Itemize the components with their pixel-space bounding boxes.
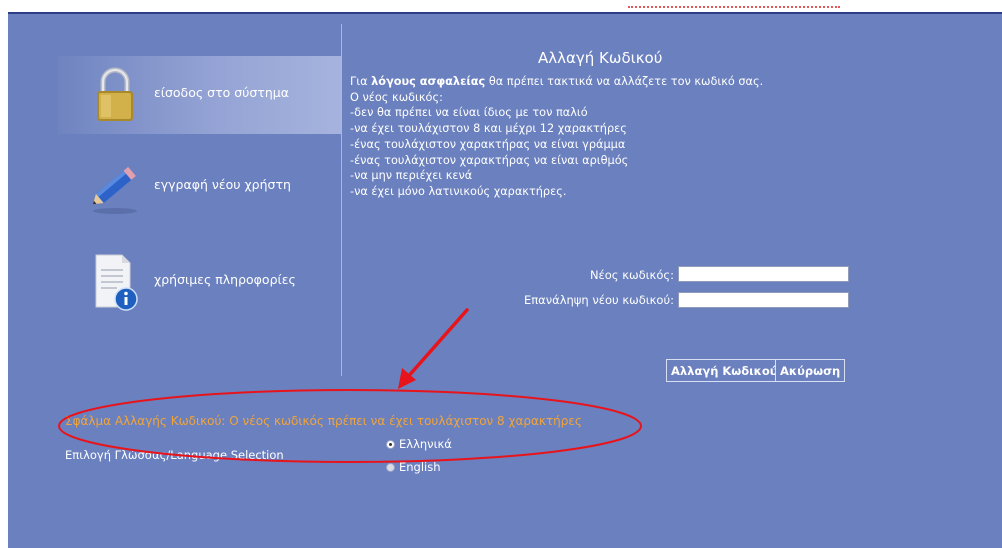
page-title: Αλλαγή Κωδικού bbox=[538, 49, 663, 67]
new-password-input[interactable] bbox=[678, 266, 849, 282]
sidebar-item-login[interactable]: είσοδος στο σύστημα bbox=[58, 56, 341, 134]
document-info-icon bbox=[95, 254, 138, 311]
language-option-label: English bbox=[399, 460, 441, 474]
intro-text: Για λόγους ασφαλείας θα πρέπει τακτικά ν… bbox=[350, 75, 764, 88]
rule-line: -να έχει μόνο λατινικούς χαρακτήρες. bbox=[350, 184, 567, 198]
change-password-button[interactable]: Αλλαγή Κωδικού bbox=[666, 359, 783, 382]
language-option-english[interactable]: English bbox=[386, 460, 441, 474]
radio-selected-icon[interactable] bbox=[386, 439, 395, 449]
sidebar-item-label: εγγραφή νέου χρήστη bbox=[154, 177, 291, 192]
pencil-icon bbox=[92, 166, 137, 214]
sidebar-item-register[interactable]: εγγραφή νέου χρήστη bbox=[58, 148, 341, 226]
sidebar-item-info[interactable]: χρήσιμες πληροφορίες bbox=[58, 243, 341, 321]
intro-bold: λόγους ασφαλείας bbox=[371, 75, 486, 88]
rule-line: -να μην περιέχει κενά bbox=[350, 169, 473, 183]
language-option-greek[interactable]: Ελληνικά bbox=[386, 437, 452, 451]
sidebar-item-label: είσοδος στο σύστημα bbox=[154, 85, 289, 100]
rule-line: -ένας τουλάχιστον χαρακτήρας να είναι αρ… bbox=[350, 153, 629, 167]
password-rules: Για λόγους ασφαλείας θα πρέπει τακτικά ν… bbox=[350, 74, 790, 200]
new-password-label: Νέος κωδικός: bbox=[589, 268, 674, 282]
padlock-icon bbox=[97, 67, 133, 121]
repeat-password-input[interactable] bbox=[678, 292, 849, 308]
cancel-button[interactable]: Ακύρωση bbox=[775, 359, 846, 382]
rule-line: -ένας τουλάχιστον χαρακτήρας να είναι γρ… bbox=[350, 137, 626, 151]
rule-line: -δεν θα πρέπει να είναι ίδιος με τον παλ… bbox=[350, 106, 588, 120]
rule-line: -να έχει τουλάχιστον 8 και μέχρι 12 χαρα… bbox=[350, 122, 627, 136]
rule-line: Ο νέος κωδικός: bbox=[350, 90, 443, 104]
sidebar-divider bbox=[341, 24, 342, 376]
error-message: Σφάλμα Αλλαγής Κωδικού: Ο νέος κωδικός π… bbox=[65, 414, 582, 428]
language-selection-label: Επιλογή Γλώσσας/Language Selection bbox=[65, 448, 284, 462]
repeat-password-label: Επανάληψη νέου κωδικού: bbox=[523, 293, 674, 307]
sidebar-item-label: χρήσιμες πληροφορίες bbox=[154, 272, 296, 287]
language-option-label: Ελληνικά bbox=[399, 437, 452, 451]
radio-unselected-icon[interactable] bbox=[386, 462, 395, 472]
